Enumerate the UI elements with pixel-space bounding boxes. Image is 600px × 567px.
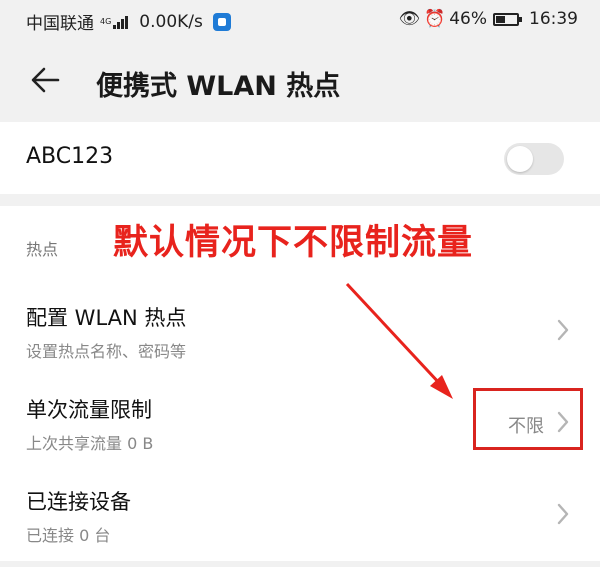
chevron-right-icon [557, 503, 569, 525]
annotation-highlight-box [473, 388, 583, 450]
app-notification-icon [212, 12, 231, 31]
annotation-text: 默认情况下不限制流量 [113, 223, 474, 263]
hotspot-toggle-card: ABC123 [0, 122, 600, 194]
back-button[interactable] [28, 62, 64, 98]
row-subtitle: 设置热点名称、密码等 [26, 342, 187, 361]
battery-level [496, 15, 505, 23]
app-header: 便携式 WLAN 热点 [0, 40, 600, 120]
signal-icon [113, 15, 129, 29]
row-title: 配置 WLAN 热点 [26, 306, 187, 330]
battery-percent: 46% [449, 9, 487, 29]
back-arrow-icon [31, 67, 60, 93]
section-label: 热点 [26, 240, 59, 259]
chevron-right-icon [557, 319, 569, 341]
clock: 16:39 [529, 9, 578, 29]
status-bar-right: 👁 ⏰ 46% 16:39 [398, 9, 578, 29]
hotspot-toggle[interactable] [504, 143, 564, 175]
battery-icon [493, 12, 522, 26]
connected-devices-row[interactable]: 已连接设备 已连接 0 台 [0, 470, 600, 562]
carrier-name: 中国联通 [26, 14, 94, 34]
status-bar: 中国联通 4G 0.00K/s 👁 ⏰ 46% 16:39 [0, 0, 600, 40]
status-bar-left: 中国联通 4G 0.00K/s [26, 9, 231, 34]
network-type-label: 4G [100, 16, 112, 26]
toggle-knob [507, 146, 533, 172]
row-title: 已连接设备 [26, 490, 131, 514]
configure-hotspot-row[interactable]: 配置 WLAN 热点 设置热点名称、密码等 [0, 286, 600, 378]
network-speed: 0.00K/s [139, 11, 203, 32]
row-subtitle: 上次共享流量 0 B [26, 434, 154, 453]
eye-icon: 👁 [398, 9, 421, 29]
row-subtitle: 已连接 0 台 [26, 526, 111, 545]
row-title: 单次流量限制 [26, 398, 152, 422]
alarm-icon: ⏰ [424, 9, 446, 29]
page-title: 便携式 WLAN 热点 [96, 71, 341, 102]
hotspot-name: ABC123 [26, 144, 114, 169]
